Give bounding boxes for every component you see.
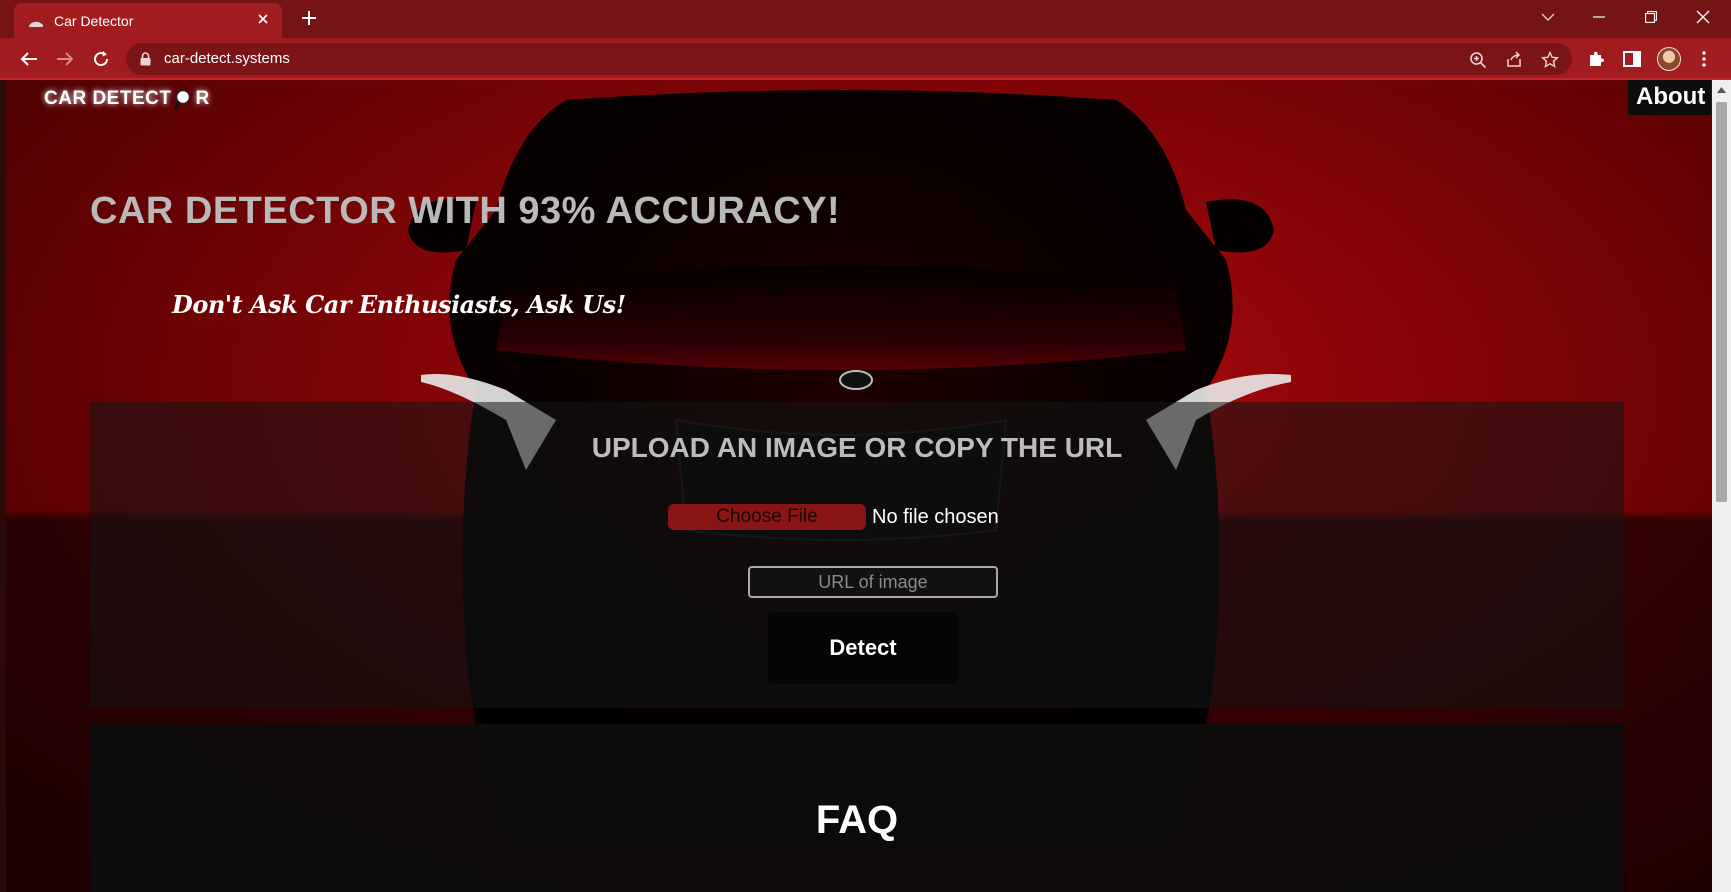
address-bar[interactable]: car-detect.systems [126,43,1572,75]
logo-text: CAR DETECT [44,88,172,109]
file-picker[interactable]: Choose File No file chosen [668,504,999,530]
url-text: car-detect.systems [164,50,290,67]
share-icon[interactable] [1503,49,1525,71]
tab-title: Car Detector [54,12,134,29]
car-favicon-icon [28,16,44,27]
logo-text-end: R [195,88,210,109]
puzzle-icon[interactable] [1585,48,1607,70]
active-tab[interactable]: Car Detector [14,3,282,38]
detect-button[interactable]: Detect [768,612,958,684]
site-logo[interactable]: CAR DETECT R [44,88,210,110]
back-arrow-icon[interactable] [16,46,42,72]
lock-icon[interactable] [140,52,151,71]
plus-icon[interactable] [296,4,322,34]
chevron-down-icon[interactable] [1523,0,1573,34]
file-status-text: No file chosen [872,505,999,528]
browser-toolbar: car-detect.systems [0,38,1731,80]
page-scrollbar[interactable] [1712,80,1731,892]
close-window-icon[interactable] [1678,0,1728,34]
reload-icon[interactable] [88,46,114,72]
image-url-input[interactable] [748,566,998,598]
scroll-up-arrow-icon[interactable] [1712,82,1731,98]
upload-panel: UPLOAD AN IMAGE OR COPY THE URL Choose F… [90,402,1624,708]
page-title: CAR DETECTOR WITH 93% ACCURACY! [90,190,841,232]
magnifier-icon [171,88,195,110]
minimize-icon[interactable] [1574,0,1624,34]
zoom-icon[interactable] [1467,49,1489,71]
tab-strip: Car Detector [0,0,1731,38]
forward-arrow-icon[interactable] [52,46,78,72]
faq-section: FAQ [90,724,1624,892]
choose-file-button[interactable]: Choose File [668,504,866,530]
page-viewport: CAR DETECT R About CAR DETECTOR WITH 93%… [6,80,1712,892]
close-icon[interactable] [254,12,272,30]
faq-heading: FAQ [815,798,899,842]
kebab-menu-icon[interactable] [1693,48,1715,70]
star-icon[interactable] [1539,49,1561,71]
upload-heading: UPLOAD AN IMAGE OR COPY THE URL [591,432,1123,463]
side-panel-icon[interactable] [1621,48,1643,70]
about-link[interactable]: About [1628,80,1712,115]
avatar[interactable] [1657,47,1681,71]
tagline: Don't Ask Car Enthusiasts, Ask Us! [172,290,626,319]
restore-icon[interactable] [1626,0,1676,34]
scrollbar-thumb[interactable] [1716,102,1727,502]
